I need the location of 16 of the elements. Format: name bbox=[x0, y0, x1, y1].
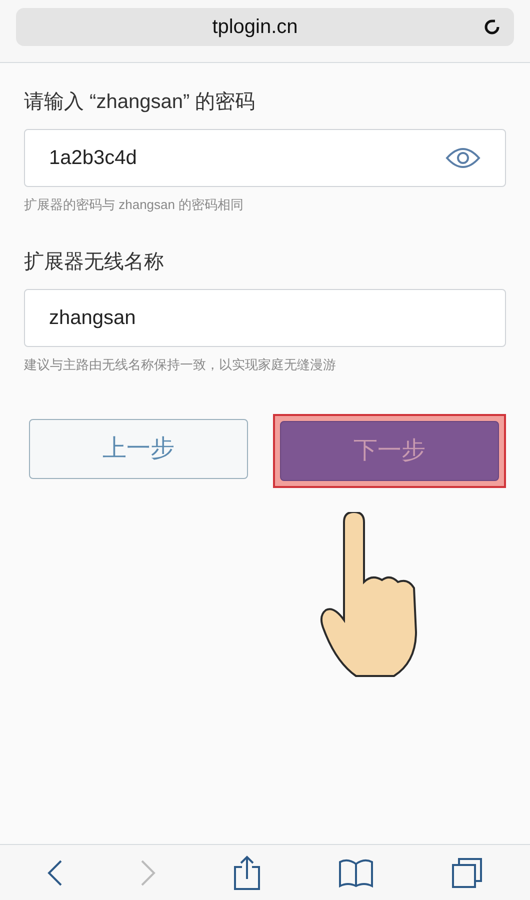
tabs-icon[interactable] bbox=[451, 856, 484, 888]
field-value: 1a2b3c4d bbox=[49, 146, 138, 171]
url-text: tplogin.cn bbox=[211, 15, 299, 40]
book-icon[interactable] bbox=[338, 858, 374, 888]
share-icon[interactable] bbox=[232, 854, 261, 890]
reload-icon[interactable] bbox=[482, 17, 502, 37]
field-value: zhangsan bbox=[49, 306, 137, 330]
address-bar[interactable]: tplogin.cn bbox=[16, 8, 514, 46]
field-label: 请输入 “zhangsan” 的密码 bbox=[24, 90, 256, 115]
input-field[interactable]: zhangsan bbox=[24, 288, 506, 346]
field-label: 扩展器无线名称 bbox=[24, 250, 165, 274]
back-icon[interactable] bbox=[46, 858, 63, 886]
input-field[interactable]: 1a2b3c4d bbox=[24, 129, 506, 187]
eye-icon[interactable] bbox=[445, 146, 481, 170]
hint-text: 建议与主路由无线名称保持一致，以实现家庭无缝漫游 bbox=[24, 356, 337, 374]
hint-text: 扩展器的密码与 zhangsan 的密码相同 bbox=[24, 196, 245, 214]
